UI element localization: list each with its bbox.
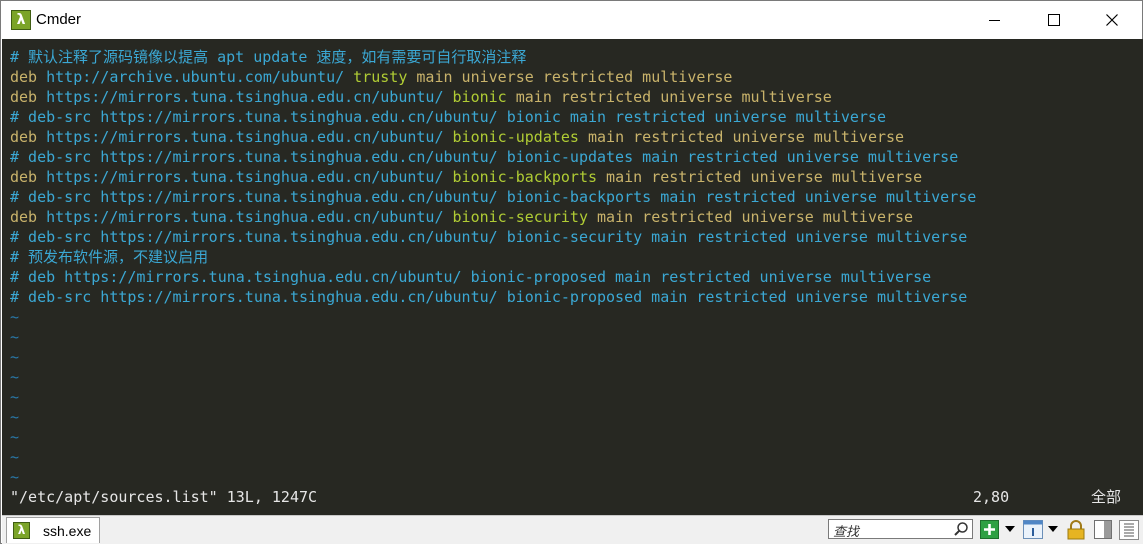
dropdown-icon[interactable] (1048, 526, 1058, 532)
comment-text: # deb-src https://mirrors.tuna.tsinghua.… (10, 228, 968, 246)
terminal-line: deb https://mirrors.tuna.tsinghua.edu.cn… (10, 87, 832, 107)
terminal-line: # 默认注释了源码镜像以提高 apt update 速度，如有需要可自行取消注释 (10, 47, 526, 67)
deb-keyword: deb (10, 208, 38, 226)
terminal-line: deb https://mirrors.tuna.tsinghua.edu.cn… (10, 167, 922, 187)
title-bar[interactable]: λ Cmder (1, 1, 1142, 39)
terminal-line: ~ (10, 467, 19, 487)
scroll-indicator: 全部 (1091, 488, 1122, 506)
deb-keyword: deb (10, 168, 38, 186)
components-text: main restricted universe multiverse (578, 128, 905, 146)
terminal-line: # 预发布软件源，不建议启用 (10, 247, 208, 267)
search-placeholder: 查找 (833, 525, 860, 540)
dropdown-icon[interactable] (1005, 526, 1015, 532)
terminal-line: # deb-src https://mirrors.tuna.tsinghua.… (10, 187, 976, 207)
lock-icon[interactable] (1067, 520, 1085, 540)
empty-line-marker: ~ (10, 428, 20, 446)
components-text: main restricted universe multiverse (587, 208, 914, 226)
repo-url: https://mirrors.tuna.tsinghua.edu.cn/ubu… (37, 88, 444, 106)
terminal-line: # deb https://mirrors.tuna.tsinghua.edu.… (10, 267, 931, 287)
terminal-line: ~ (10, 367, 19, 387)
comment-text: # deb https://mirrors.tuna.tsinghua.edu.… (10, 268, 932, 286)
terminal-line: # deb-src https://mirrors.tuna.tsinghua.… (10, 107, 886, 127)
close-icon (1106, 14, 1118, 26)
terminal-line: deb http://archive.ubuntu.com/ubuntu/ tr… (10, 67, 732, 87)
maximize-icon (1048, 14, 1060, 26)
new-console-icon[interactable] (980, 520, 999, 539)
empty-line-marker: ~ (10, 308, 20, 326)
empty-line-marker: ~ (10, 408, 20, 426)
status-file-info: "/etc/apt/sources.list" 13L, 1247C (10, 488, 318, 506)
suite-name: bionic (443, 88, 507, 106)
cmder-window: λ Cmder # 默认注释了源码镜像以提高 apt update 速度，如有需… (0, 0, 1143, 544)
minimize-icon (989, 20, 1000, 21)
empty-line-marker: ~ (10, 468, 20, 486)
close-button[interactable] (1084, 1, 1142, 39)
lambda-icon: λ (13, 522, 30, 539)
pane-icon[interactable] (1023, 520, 1043, 539)
empty-line-marker: ~ (10, 328, 20, 346)
components-text: main restricted universe multiverse (597, 168, 923, 186)
terminal-line: ~ (10, 427, 19, 447)
empty-line-marker: ~ (10, 448, 20, 466)
empty-line-marker: ~ (10, 348, 20, 366)
minimize-button[interactable] (966, 1, 1024, 39)
window-title: Cmder (36, 11, 82, 28)
lambda-icon[interactable]: λ (11, 10, 31, 30)
comment-text: # deb-src https://mirrors.tuna.tsinghua.… (10, 288, 968, 306)
search-icon[interactable] (953, 521, 969, 537)
terminal-line: ~ (10, 307, 19, 327)
deb-keyword: deb (10, 88, 38, 106)
empty-line-marker: ~ (10, 368, 20, 386)
terminal-line: deb https://mirrors.tuna.tsinghua.edu.cn… (10, 127, 904, 147)
suite-name: trusty (344, 68, 408, 86)
terminal-line: # deb-src https://mirrors.tuna.tsinghua.… (10, 147, 958, 167)
terminal-line: ~ (10, 327, 19, 347)
comment-text: # 默认注释了源码镜像以提高 apt update 速度，如有需要可自行取消注释 (10, 48, 527, 66)
tab-ssh[interactable]: λ ssh.exe (6, 517, 100, 543)
suite-name: bionic-security (443, 208, 588, 226)
terminal-line: deb https://mirrors.tuna.tsinghua.edu.cn… (10, 207, 913, 227)
comment-text: # deb-src https://mirrors.tuna.tsinghua.… (10, 108, 886, 126)
terminal-line: # deb-src https://mirrors.tuna.tsinghua.… (10, 227, 967, 247)
repo-url: https://mirrors.tuna.tsinghua.edu.cn/ubu… (37, 168, 444, 186)
terminal-line: ~ (10, 347, 19, 367)
cursor-position: 2,80 (973, 488, 1010, 506)
search-input[interactable]: 查找 (828, 519, 973, 540)
tab-label: ssh.exe (43, 523, 92, 539)
components-text: main restricted universe multiverse (506, 88, 832, 106)
terminal-line: ~ (10, 447, 19, 467)
tab-bar: λ ssh.exe 查找 (2, 515, 1143, 544)
suite-name: bionic-backports (443, 168, 598, 186)
components-text: main universe restricted multiverse (407, 68, 733, 86)
terminal-line: ~ (10, 387, 19, 407)
terminal-line: ~ (10, 407, 19, 427)
terminal-area[interactable]: # 默认注释了源码镜像以提高 apt update 速度，如有需要可自行取消注释… (2, 39, 1143, 515)
resize-grip-icon[interactable] (1119, 520, 1139, 540)
comment-text: # deb-src https://mirrors.tuna.tsinghua.… (10, 188, 977, 206)
empty-line-marker: ~ (10, 388, 20, 406)
deb-keyword: deb (10, 128, 38, 146)
comment-text: # 预发布软件源，不建议启用 (10, 248, 209, 266)
deb-keyword: deb (10, 68, 38, 86)
split-icon[interactable] (1094, 520, 1112, 539)
maximize-button[interactable] (1025, 1, 1083, 39)
terminal-line: # deb-src https://mirrors.tuna.tsinghua.… (10, 287, 967, 307)
repo-url: http://archive.ubuntu.com/ubuntu/ (37, 68, 345, 86)
repo-url: https://mirrors.tuna.tsinghua.edu.cn/ubu… (37, 208, 444, 226)
repo-url: https://mirrors.tuna.tsinghua.edu.cn/ubu… (37, 128, 444, 146)
suite-name: bionic-updates (443, 128, 579, 146)
comment-text: # deb-src https://mirrors.tuna.tsinghua.… (10, 148, 959, 166)
